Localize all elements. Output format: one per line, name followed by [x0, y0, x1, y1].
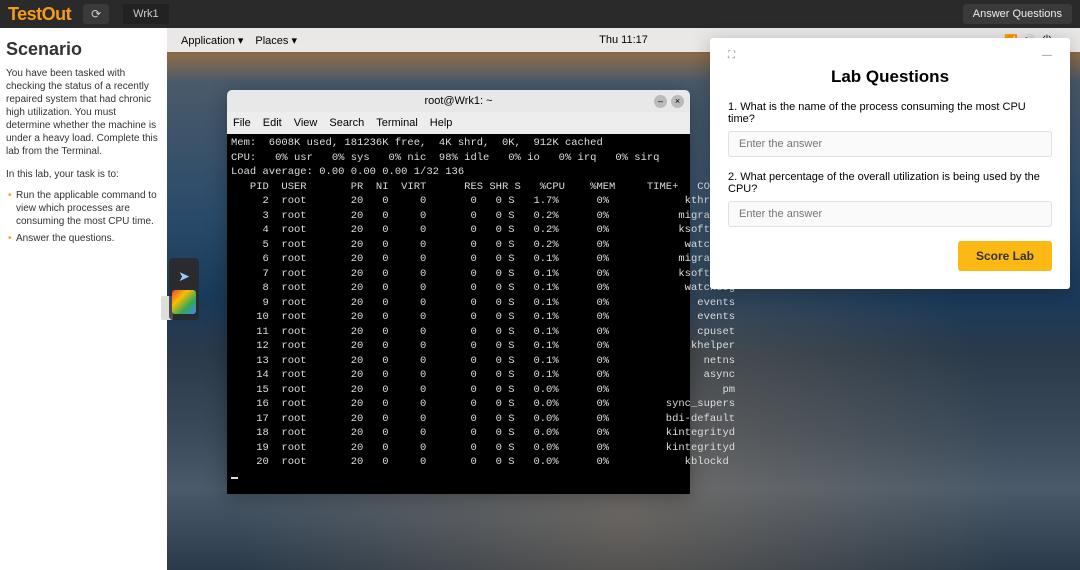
- dock-chrome[interactable]: [172, 290, 196, 314]
- dock-terminal[interactable]: ➤: [172, 264, 196, 288]
- expand-icon[interactable]: ⛶: [728, 50, 735, 61]
- terminal-body[interactable]: Mem: 6008K used, 181236K free, 4K shrd, …: [227, 134, 690, 494]
- terminal-cursor: [231, 477, 238, 479]
- logo: TestOut: [8, 4, 71, 25]
- term-menu-search[interactable]: Search: [329, 117, 364, 129]
- terminal-title: root@Wrk1: ~: [424, 95, 492, 107]
- desktop: Application ▾ Places ▾ Thu 11:17 📶 🔊 ⏻ ▾…: [167, 28, 1080, 570]
- terminal-window: root@Wrk1: ~ – × File Edit View Search T…: [227, 90, 690, 494]
- term-menu-edit[interactable]: Edit: [263, 117, 282, 129]
- menu-application[interactable]: Application ▾: [175, 34, 249, 47]
- dock: ➤: [169, 258, 199, 320]
- tab-wrk1[interactable]: Wrk1: [123, 4, 168, 24]
- task-intro: In this lab, your task is to:: [6, 168, 161, 181]
- minimize-icon[interactable]: —: [1042, 50, 1052, 61]
- answer-input-1[interactable]: [728, 131, 1052, 157]
- scenario-panel: Scenario You have been tasked with check…: [0, 28, 167, 570]
- task-item: Answer the questions.: [6, 232, 161, 245]
- term-menu-file[interactable]: File: [233, 117, 251, 129]
- term-menu-view[interactable]: View: [294, 117, 318, 129]
- minimize-button[interactable]: –: [654, 95, 667, 108]
- answer-input-2[interactable]: [728, 201, 1052, 227]
- scenario-text: You have been tasked with checking the s…: [6, 67, 161, 158]
- terminal-titlebar[interactable]: root@Wrk1: ~ – ×: [227, 90, 690, 112]
- question-2: 2. What percentage of the overall utiliz…: [728, 171, 1052, 195]
- top-bar: TestOut ⟳ Wrk1 Answer Questions: [0, 0, 1080, 28]
- score-lab-button[interactable]: Score Lab: [958, 241, 1052, 271]
- task-item: Run the applicable command to view which…: [6, 189, 161, 228]
- menu-places[interactable]: Places ▾: [249, 34, 303, 47]
- questions-title: Lab Questions: [728, 67, 1052, 87]
- terminal-menubar: File Edit View Search Terminal Help: [227, 112, 690, 134]
- scenario-title: Scenario: [6, 38, 161, 61]
- questions-panel: ⛶ — Lab Questions 1. What is the name of…: [710, 38, 1070, 289]
- task-list: Run the applicable command to view which…: [6, 189, 161, 245]
- close-button[interactable]: ×: [671, 95, 684, 108]
- refresh-icon: ⟳: [91, 7, 101, 21]
- question-1: 1. What is the name of the process consu…: [728, 101, 1052, 125]
- answer-questions-button[interactable]: Answer Questions: [963, 4, 1072, 24]
- main: Scenario You have been tasked with check…: [0, 28, 1080, 570]
- refresh-button[interactable]: ⟳: [83, 4, 109, 24]
- term-menu-help[interactable]: Help: [430, 117, 453, 129]
- term-menu-terminal[interactable]: Terminal: [376, 117, 418, 129]
- clock: Thu 11:17: [599, 34, 648, 46]
